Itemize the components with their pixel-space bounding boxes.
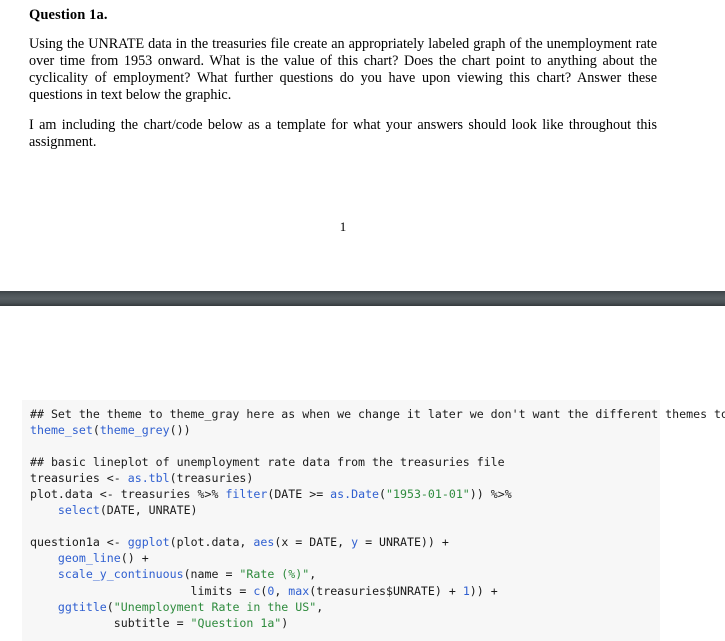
code-token: ): [281, 615, 289, 630]
code-line: ggtitle("Unemployment Rate in the US",: [30, 599, 660, 615]
page-break-divider: [0, 291, 725, 306]
code-token: filter: [225, 487, 268, 502]
code-line: select(DATE, UNRATE): [30, 502, 660, 518]
code-token: (treasuries$UNRATE) +: [309, 583, 463, 598]
page-title: Question 1a.: [29, 7, 108, 23]
code-token: max: [288, 583, 310, 598]
code-token: "1953-01-01": [386, 487, 470, 502]
code-token: "Rate (%)": [239, 567, 310, 582]
code-token: (name =: [183, 567, 240, 582]
code-token: (: [379, 487, 387, 502]
code-token: subtitle =: [30, 615, 191, 630]
code-token: as.Date: [330, 487, 380, 502]
code-token: ## Set the theme to theme_gray here as w…: [30, 407, 725, 421]
code-token: ,: [309, 567, 317, 582]
code-line: question1a <- ggplot(plot.data, aes(x = …: [30, 534, 660, 550]
code-line: treasuries <- as.tbl(treasuries): [30, 470, 660, 486]
code-line: limits = c(0, max(treasuries$UNRATE) + 1…: [30, 583, 660, 599]
code-token: (plot.data,: [169, 535, 254, 550]
code-line: ## basic lineplot of unemployment rate d…: [30, 454, 660, 470]
body-paragraph-1: Using the UNRATE data in the treasuries …: [29, 36, 657, 104]
body-paragraph-2: I am including the chart/code below as a…: [29, 117, 657, 151]
code-token: as.tbl: [127, 471, 170, 486]
code-token: plot.data <- treasuries %>%: [30, 487, 226, 502]
code-line: subtitle = "Question 1a"): [30, 615, 660, 631]
code-chunk-text: ## Set the theme to theme_gray here as w…: [22, 406, 725, 631]
code-token: (DATE >=: [267, 487, 331, 502]
code-token: "Question 1a": [190, 615, 282, 630]
code-token: ,: [316, 599, 324, 614]
code-token: scale_y_continuous: [57, 567, 184, 582]
code-token: (treasuries): [169, 471, 254, 486]
code-token: ggplot: [127, 535, 170, 550]
code-token: question1a <-: [30, 535, 128, 550]
code-token: treasuries <-: [30, 471, 128, 486]
code-token: select: [57, 503, 100, 518]
code-line: scale_y_continuous(name = "Rate (%)",: [30, 566, 660, 582]
document-page-one: Question 1a. Using the UNRATE data in th…: [0, 0, 725, 291]
code-token: (DATE, UNRATE): [99, 503, 198, 518]
code-token: ,: [274, 583, 289, 598]
code-token: (: [92, 423, 100, 438]
code-token: "Unemployment Rate in the US": [113, 599, 317, 614]
code-token: () +: [120, 551, 149, 566]
code-line: theme_set(theme_grey()): [30, 422, 660, 438]
code-token: 1: [462, 583, 470, 598]
code-token: aes: [253, 535, 275, 550]
code-line: ## Set the theme to theme_gray here as w…: [30, 406, 725, 422]
code-token: = UNRATE)) +: [358, 535, 449, 550]
code-token: ()): [169, 423, 191, 438]
document-page-two: ## Set the theme to theme_gray here as w…: [0, 306, 725, 641]
code-token: (x = DATE,: [274, 535, 352, 550]
code-token: ggtitle: [57, 599, 107, 614]
code-line: geom_line() +: [30, 550, 660, 566]
code-line: plot.data <- treasuries %>% filter(DATE …: [30, 486, 660, 502]
code-token: limits =: [30, 583, 254, 598]
prose-container: Question 1a. Using the UNRATE data in th…: [29, 6, 657, 151]
code-token: theme_grey: [99, 423, 170, 438]
code-token: (: [106, 599, 114, 614]
code-chunk: ## Set the theme to theme_gray here as w…: [22, 400, 725, 641]
code-token: geom_line: [57, 551, 121, 566]
code-token: ## basic lineplot of unemployment rate d…: [30, 455, 505, 470]
code-token: )) +: [469, 583, 498, 598]
code-token: theme_set: [30, 423, 93, 438]
page-number: 1: [339, 219, 347, 234]
code-token: )) %>%: [469, 487, 512, 502]
